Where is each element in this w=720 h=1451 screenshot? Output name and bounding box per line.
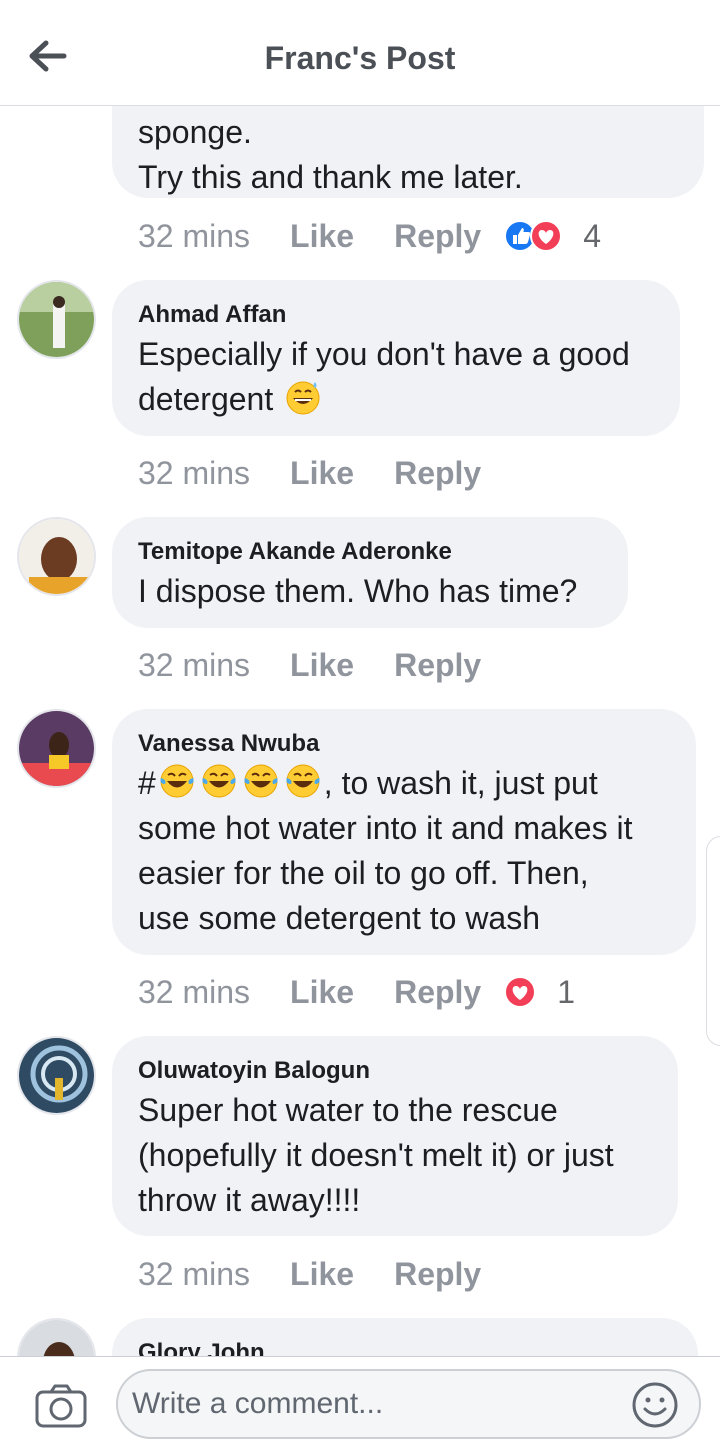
avatar[interactable] bbox=[17, 517, 96, 596]
avatar[interactable] bbox=[17, 280, 96, 359]
avatar-photo-icon bbox=[19, 1320, 94, 1356]
avatar[interactable] bbox=[17, 1036, 96, 1115]
like-button[interactable]: Like bbox=[290, 455, 354, 492]
comment-text-line: sponge. bbox=[138, 114, 252, 150]
comment-time: 32 mins bbox=[138, 646, 251, 683]
comment-text-line: Try this and thank me later. bbox=[138, 159, 523, 195]
avatar-photo-icon bbox=[19, 711, 94, 786]
camera-icon bbox=[35, 1384, 87, 1428]
comment-bubble: Ahmad Affan Especially if you don't have… bbox=[112, 280, 680, 436]
reply-button[interactable]: Reply bbox=[394, 218, 481, 255]
camera-button[interactable] bbox=[34, 1383, 88, 1429]
tears-of-joy-emoji-icon bbox=[286, 764, 320, 798]
comments-feed[interactable]: sponge. Try this and thank me later. 32 … bbox=[0, 106, 720, 1356]
comment-text-line: Super hot water to the rescue bbox=[138, 1092, 558, 1128]
comment-text-line: detergent bbox=[138, 377, 654, 422]
like-button[interactable]: Like bbox=[290, 974, 354, 1011]
comment-actions: 32 mins Like Reply 4 bbox=[138, 216, 601, 256]
comment-bubble: Oluwatoyin Balogun Super hot water to th… bbox=[112, 1036, 678, 1236]
comment-author[interactable]: Glory John bbox=[138, 1336, 672, 1356]
tears-of-joy-emoji-icon bbox=[202, 764, 236, 798]
reply-button[interactable]: Reply bbox=[394, 647, 481, 684]
comment-actions: 32 mins Like Reply bbox=[138, 453, 503, 493]
comment-author[interactable]: Vanessa Nwuba bbox=[138, 727, 670, 761]
grinning-sweat-emoji-icon bbox=[286, 381, 320, 415]
avatar[interactable] bbox=[17, 1318, 96, 1356]
comment-actions: 32 mins Like Reply bbox=[138, 645, 503, 685]
love-reaction-icon bbox=[504, 976, 537, 1008]
reaction-summary[interactable] bbox=[503, 219, 563, 253]
comment-text-line: throw it away!!!! bbox=[138, 1182, 361, 1218]
comment-time: 32 mins bbox=[138, 454, 251, 491]
scroll-indicator[interactable] bbox=[706, 836, 720, 1046]
comment-text-fragment: detergent bbox=[138, 381, 274, 417]
like-button[interactable]: Like bbox=[290, 218, 354, 255]
comment-time: 32 mins bbox=[138, 1255, 251, 1292]
comment-bubble: sponge. Try this and thank me later. bbox=[112, 106, 704, 198]
comment-bubble: Temitope Akande Aderonke I dispose them.… bbox=[112, 517, 628, 628]
comment-author[interactable]: Temitope Akande Aderonke bbox=[138, 535, 602, 569]
reply-button[interactable]: Reply bbox=[394, 974, 481, 1011]
comment-text-line: # , to wash it, just put bbox=[138, 761, 670, 806]
comment-actions: 32 mins Like Reply 1 bbox=[138, 972, 575, 1012]
tears-of-joy-emoji-icon bbox=[244, 764, 278, 798]
page-title: Franc's Post bbox=[264, 40, 456, 76]
reaction-count: 4 bbox=[583, 217, 602, 254]
like-button[interactable]: Like bbox=[290, 647, 354, 684]
comment-text-line: I dispose them. Who has time? bbox=[138, 573, 578, 609]
comment-text-line: (hopefully it doesn't melt it) or just bbox=[138, 1137, 614, 1173]
top-bar: Franc's Post bbox=[0, 0, 720, 106]
reaction-count: 1 bbox=[557, 973, 576, 1010]
comment-author[interactable]: Ahmad Affan bbox=[138, 298, 654, 332]
smiley-icon bbox=[632, 1382, 678, 1428]
comment-bubble: Vanessa Nwuba # , to wash it, just put so… bbox=[112, 709, 696, 955]
comment-author[interactable]: Oluwatoyin Balogun bbox=[138, 1054, 652, 1088]
comment-composer bbox=[0, 1356, 720, 1451]
avatar-photo-icon bbox=[19, 1038, 94, 1113]
emoji-button[interactable] bbox=[631, 1381, 679, 1429]
comment-input[interactable] bbox=[116, 1369, 701, 1439]
comment-text-line: easier for the oil to go off. Then, bbox=[138, 855, 589, 891]
tears-of-joy-emoji-icon bbox=[160, 764, 194, 798]
comment-text-fragment: , to wash it, just put bbox=[323, 765, 598, 801]
comment-time: 32 mins bbox=[138, 973, 251, 1010]
avatar-photo-icon bbox=[19, 282, 94, 357]
comment-bubble: Glory John bbox=[112, 1318, 698, 1356]
reaction-summary[interactable] bbox=[503, 975, 537, 1009]
comment-text-line: some hot water into it and makes it bbox=[138, 810, 633, 846]
comment-text-line: Especially if you don't have a good bbox=[138, 336, 630, 372]
comment-text-fragment: # bbox=[138, 765, 156, 801]
avatar[interactable] bbox=[17, 709, 96, 788]
like-button[interactable]: Like bbox=[290, 1256, 354, 1293]
reply-button[interactable]: Reply bbox=[394, 455, 481, 492]
reply-button[interactable]: Reply bbox=[394, 1256, 481, 1293]
love-reaction-icon bbox=[530, 220, 563, 252]
comment-time: 32 mins bbox=[138, 217, 251, 254]
avatar-photo-icon bbox=[19, 519, 94, 594]
comment-text-line: use some detergent to wash bbox=[138, 900, 541, 936]
comment-actions: 32 mins Like Reply bbox=[138, 1254, 503, 1294]
